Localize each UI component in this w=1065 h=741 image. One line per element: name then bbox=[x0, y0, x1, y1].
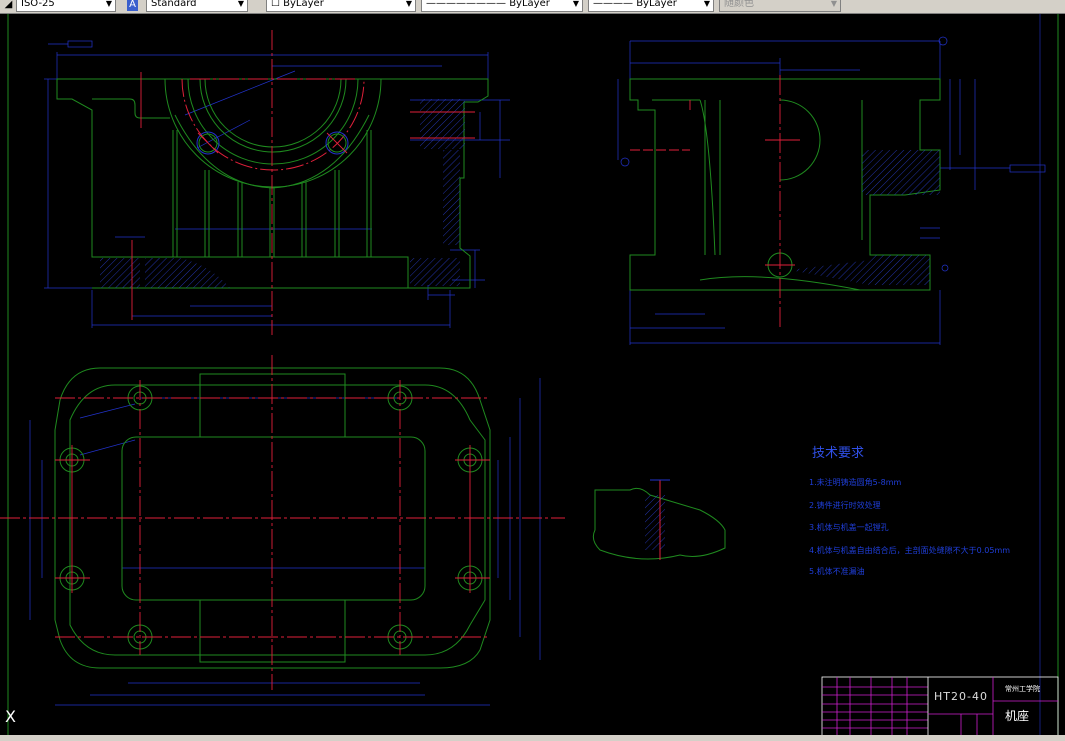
tech-requirement-item: 2.铸件进行时效处理 bbox=[809, 501, 881, 510]
side-view bbox=[617, 36, 1046, 345]
plotstyle-select[interactable]: 随颜色 ▼ bbox=[719, 0, 841, 12]
dimstyle-icon: ◢ bbox=[4, 0, 13, 10]
drawing-canvas[interactable]: X bbox=[0, 14, 1065, 735]
chevron-down-icon: ▼ bbox=[105, 0, 112, 8]
plan-view bbox=[0, 355, 565, 706]
dimstyle-select[interactable]: ISO-25 ▼ bbox=[16, 0, 116, 12]
layer-select[interactable]: ☐ ByLayer ▼ bbox=[266, 0, 416, 12]
tech-requirement-item: 1.未注明铸造圆角5-8mm bbox=[809, 478, 902, 487]
tech-requirements-title: 技术要求 bbox=[812, 446, 865, 461]
material-label: HT20-40 bbox=[934, 690, 988, 703]
command-line[interactable] bbox=[0, 735, 1065, 741]
front-view bbox=[44, 30, 510, 335]
chevron-down-icon: ▼ bbox=[703, 0, 710, 8]
textstyle-icon: A bbox=[127, 0, 138, 11]
ucs-icon: X bbox=[5, 707, 16, 726]
tech-requirement-item: 4.机体与机盖自由结合后，主剖面处缝隙不大于0.05mm bbox=[809, 546, 1011, 555]
chevron-down-icon: ▼ bbox=[572, 0, 579, 8]
chevron-down-icon: ▼ bbox=[405, 0, 412, 8]
part-name-label: 机座 bbox=[1005, 709, 1030, 723]
chevron-down-icon: ▼ bbox=[830, 0, 837, 8]
tech-requirement-item: 5.机体不准漏油 bbox=[809, 567, 865, 576]
school-label: 常州工学院 bbox=[1005, 685, 1040, 693]
linetype-select[interactable]: ———————— ByLayer ▼ bbox=[421, 0, 583, 12]
lineweight-select[interactable]: ———— ByLayer ▼ bbox=[588, 0, 714, 12]
chevron-down-icon: ▼ bbox=[237, 0, 244, 8]
tech-requirement-item: 3.机体与机盖一起镗孔 bbox=[809, 523, 889, 532]
properties-toolbar: ◢ ISO-25 ▼ A Standard ▼ ☐ ByLayer ▼ ———————… bbox=[0, 0, 1065, 14]
textstyle-select[interactable]: Standard ▼ bbox=[146, 0, 248, 12]
section-detail bbox=[592, 479, 726, 560]
